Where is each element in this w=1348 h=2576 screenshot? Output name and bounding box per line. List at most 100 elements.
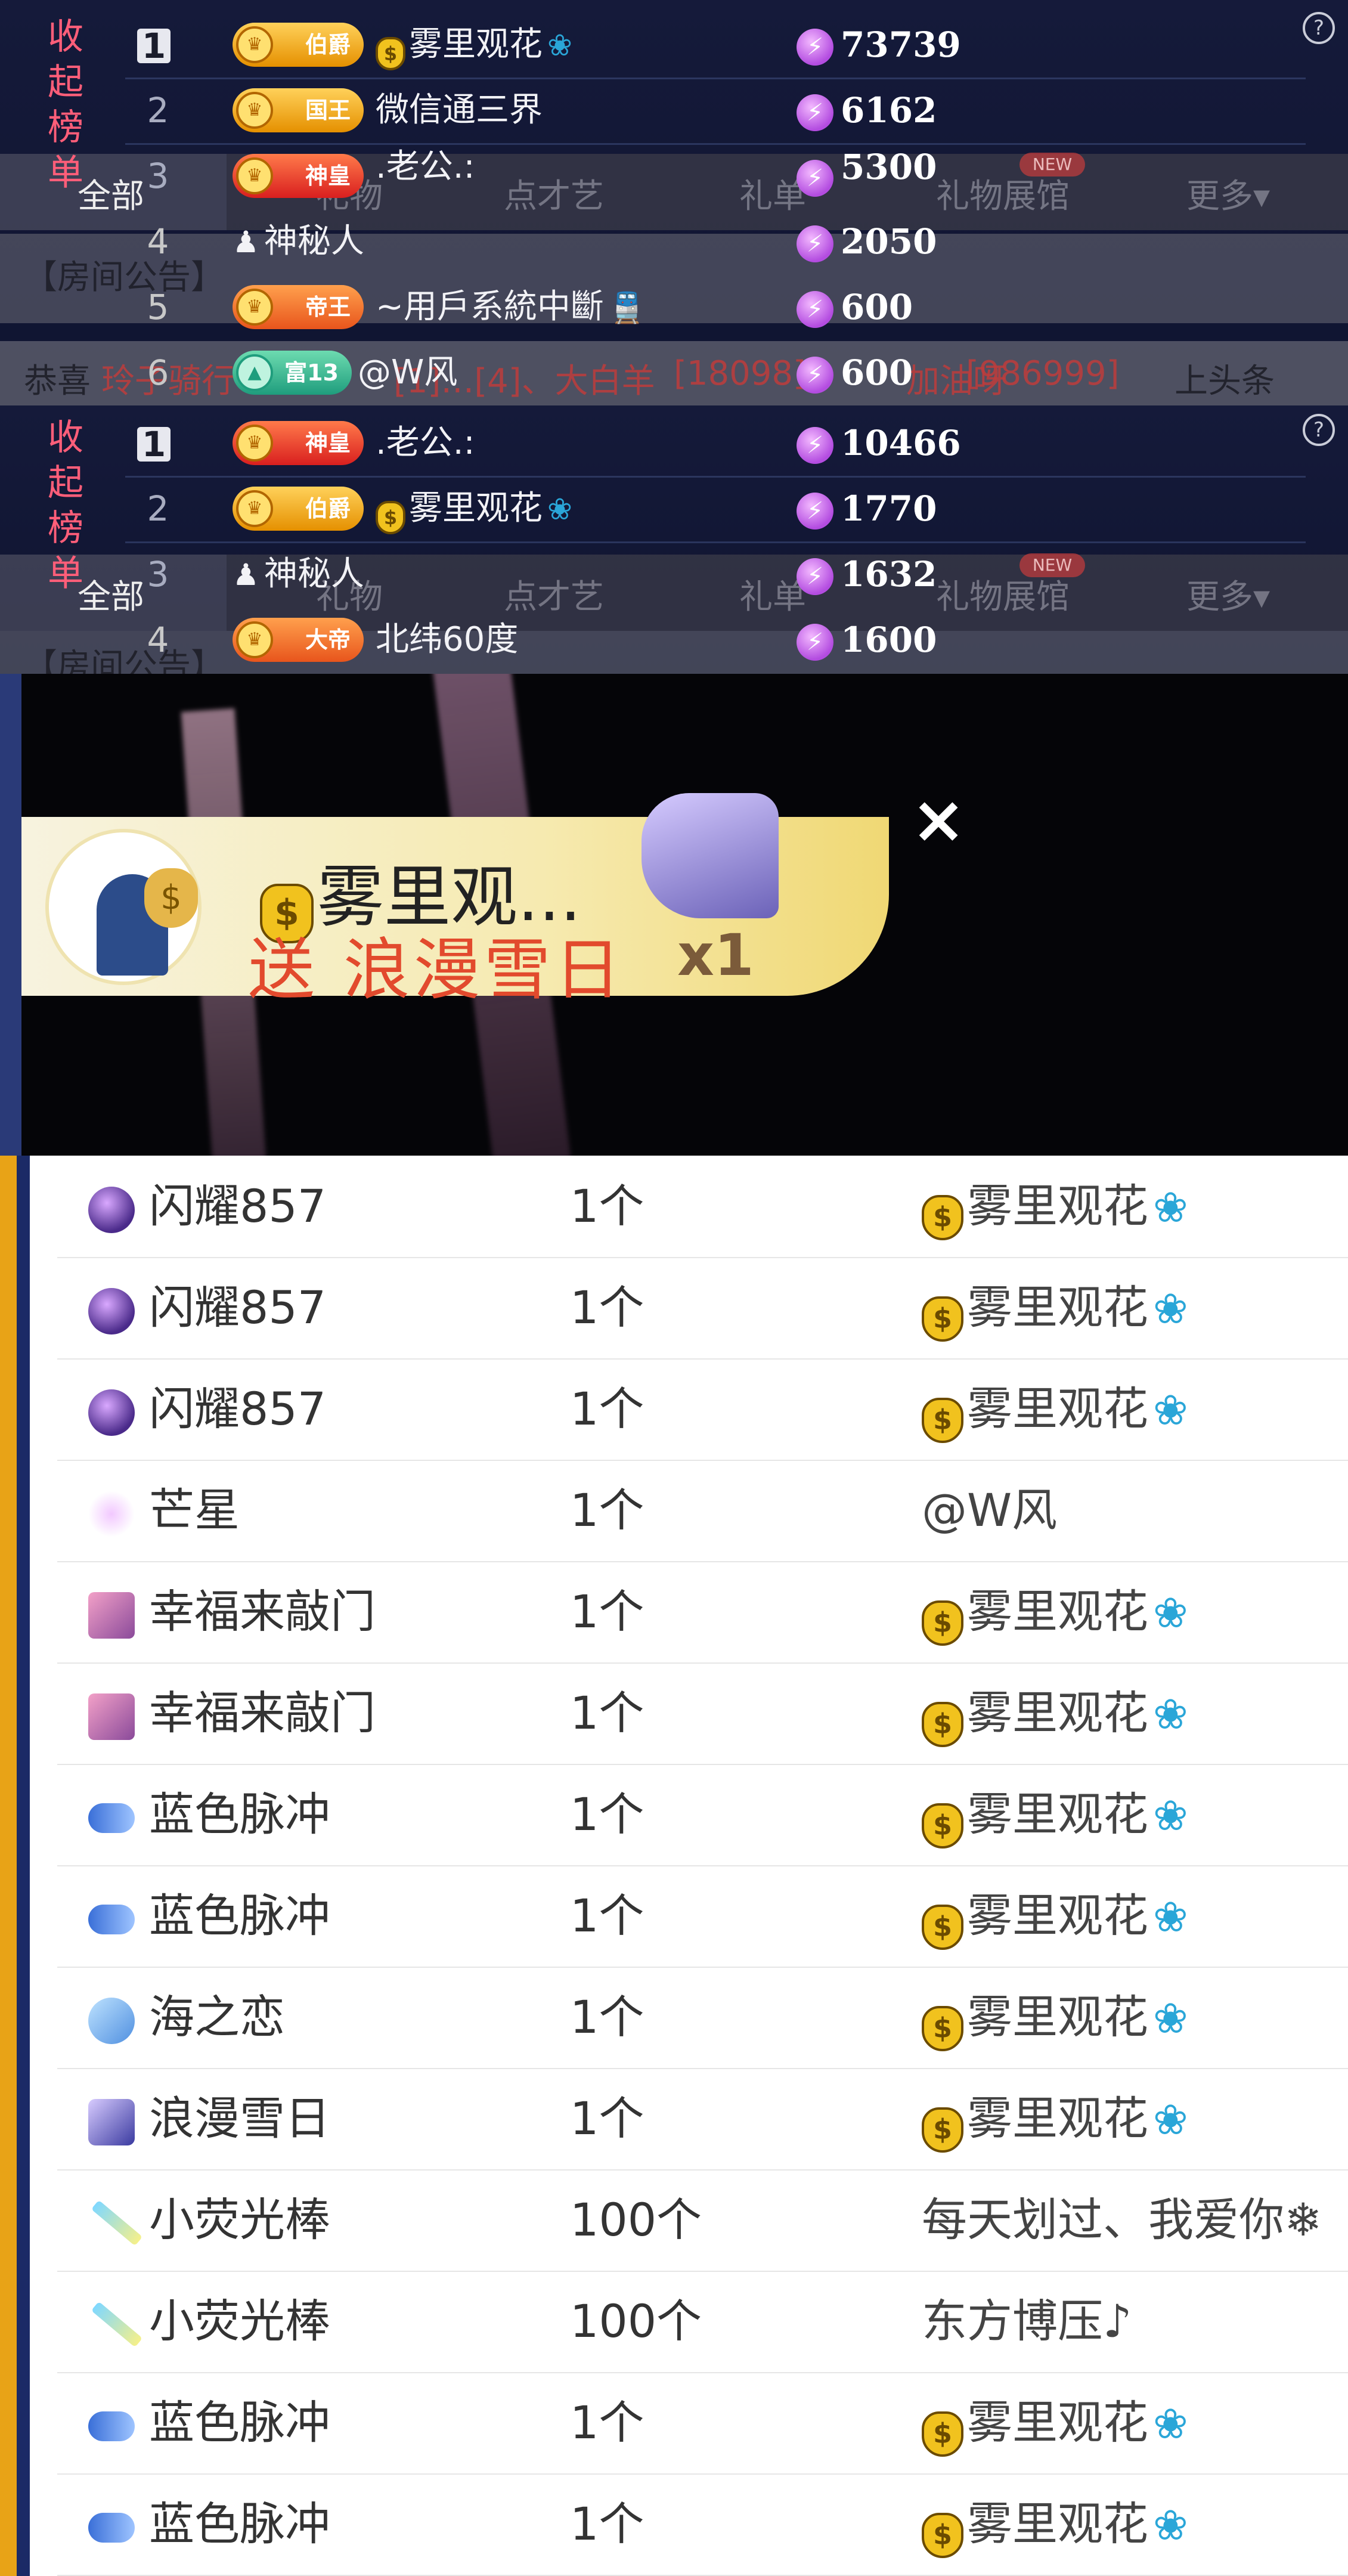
rank-row[interactable]: 1 ♛ 神皇 .老公.: ⚡ 10466 [125, 410, 1306, 478]
rank-username: .老公.: [376, 423, 475, 462]
drops-icon: ❀ [1153, 1386, 1188, 1435]
rank-row[interactable]: 4 ♛ 大帝 北纬60度 ⚡ 1600 [125, 607, 1306, 673]
recipient-name: @W风 [922, 1484, 1058, 1537]
drops-icon: ❀ [1153, 1994, 1188, 2043]
gift-record-row: 浪漫雪日 1个 $ 雾里观花 ❀ [57, 2068, 1348, 2171]
close-icon[interactable]: × [911, 781, 966, 857]
live-video-area: $ $ 雾里观... 送 浪漫雪日 x1 × [0, 674, 1348, 1156]
drops-icon: ❀ [1153, 1284, 1188, 1333]
gift-quantity: 100个 [570, 2295, 702, 2348]
crown-icon: ♛ [236, 621, 273, 658]
recipient-name: 雾里观花 [967, 2396, 1148, 2449]
sender-avatar: $ [45, 829, 202, 985]
collapse-rank-button[interactable]: 收起榜单 [33, 14, 98, 196]
crown-icon: ♛ [236, 157, 273, 194]
help-icon[interactable]: ? [1303, 414, 1335, 446]
gift-recipient: $ 雾里观花 ❀ [922, 2473, 1188, 2575]
gift-name: 海之恋 [149, 1990, 285, 2044]
rank-username: $ 雾里观花 ❀ [376, 12, 572, 78]
gift-recipient: $ 雾里观花 ❀ [922, 1156, 1188, 1257]
rank-row[interactable]: 3 ♛ 神皇 .老公.: ⚡ 5300 [125, 143, 1306, 209]
rank-number: 1 [137, 427, 171, 462]
rank-row[interactable]: 2 ♛ 国王 微信通三界 ⚡ 6162 [125, 78, 1306, 145]
rank-number: 5 [147, 287, 169, 327]
rank-score: 600 [841, 352, 913, 393]
gift-quantity: 100个 [570, 2193, 702, 2246]
rank-row[interactable]: 5 ♛ 帝王 ~用戶系統中斷 🚆 ⚡ 600 [125, 274, 1306, 340]
gift-name: 幸福来敲门 [149, 1686, 376, 1739]
gift-record-row: 蓝色脉冲 1个 $ 雾里观花 ❀ [57, 1865, 1348, 1968]
gift-record-row: 闪耀857 1个 $ 雾里观花 ❀ [57, 1358, 1348, 1461]
lightning-coin-icon: ⚡ [797, 225, 833, 262]
gift-name: 幸福来敲门 [149, 1585, 376, 1638]
side-strip [0, 1156, 17, 2576]
recipient-name: 雾里观花 [967, 1281, 1148, 1334]
gift-name: 闪耀857 [149, 1281, 327, 1334]
moneybag-icon: $ [922, 1296, 963, 1342]
gift-record-row: 蓝色脉冲 1个 $ 雾里观花 ❀ [57, 2372, 1348, 2475]
rank-row[interactable]: 6 ▲ 富13 @W风 ⚡ 600 [125, 340, 1306, 405]
moneybag-icon: $ [922, 1398, 963, 1443]
moneybag-icon: $ [922, 1905, 963, 1950]
gift-quantity: 1个 [570, 2497, 644, 2550]
lightning-coin-icon: ⚡ [797, 427, 833, 464]
shine-orb-icon [88, 1187, 135, 1233]
gift-record-row: 闪耀857 1个 $ 雾里观花 ❀ [57, 1257, 1348, 1360]
gift-quantity: 1个 [570, 2092, 644, 2145]
noble-badge-emperor: ♛ 神皇 [233, 154, 364, 198]
shine-orb-icon [88, 1389, 135, 1436]
rank-panel-1: 全部 礼物 点才艺 礼单 礼物展馆 NEW 更多▾ 【房间公告】 恭喜 玲子骑行… [0, 0, 1348, 405]
help-icon[interactable]: ? [1303, 12, 1335, 44]
gift-name: 闪耀857 [149, 1179, 327, 1233]
rank-score: 2050 [841, 221, 937, 262]
gift-quantity: 1个 [570, 1990, 644, 2044]
recipient-name: 雾里观花 [967, 2497, 1148, 2550]
glow-stick-icon [91, 2301, 143, 2348]
gift-quantity: 1个 [570, 1484, 644, 1537]
recipient-name: 雾里观花 [967, 2092, 1148, 2145]
crown-icon: ♛ [236, 289, 273, 326]
noble-badge-king: ♛ 国王 [233, 88, 364, 132]
blue-car-icon [88, 1803, 135, 1833]
recipient-name: 雾里观花 [967, 1889, 1148, 1942]
rank-number: 2 [147, 488, 169, 529]
banner-gift-count: x1 [677, 922, 754, 989]
recipient-name: 雾里观花 [967, 1990, 1148, 2044]
moneybag-icon: $ [922, 2513, 963, 2558]
gift-record-row: 小荧光棒 100个 每天划过、我爱你❄ [57, 2169, 1348, 2272]
glow-stick-icon [91, 2200, 143, 2246]
happy-door-icon [88, 1592, 135, 1639]
banner-gift-text: 送 浪漫雪日 [248, 931, 625, 1009]
side-strip [17, 1156, 30, 2576]
gift-quantity: 1个 [570, 1788, 644, 1841]
lightning-coin-icon: ⚡ [797, 558, 833, 595]
noble-badge-earl: ♛ 伯爵 [233, 23, 364, 67]
gift-recipient: $ 雾里观花 ❀ [922, 1967, 1188, 2068]
gift-announcement-banner: $ $ 雾里观... 送 浪漫雪日 x1 [21, 793, 889, 1009]
rank-score: 1600 [841, 620, 937, 660]
gift-recipient: $ 雾里观花 ❀ [922, 2068, 1188, 2169]
noble-badge-king-orange: ♛ 帝王 [233, 285, 364, 329]
rank-row[interactable]: 3 ♟ 神秘人 ⚡ 1632 [125, 541, 1306, 607]
rank-username: .老公.: [376, 147, 475, 186]
rank-row[interactable]: 1 ♛ 伯爵 $ 雾里观花 ❀ ⚡ 73739 [125, 12, 1306, 79]
moneybag-icon: $ [922, 1702, 963, 1747]
gift-quantity: 1个 [570, 1585, 644, 1638]
gift-record-row: 海之恋 1个 $ 雾里观花 ❀ [57, 1967, 1348, 2069]
gift-recipient: $ 雾里观花 ❀ [922, 1358, 1188, 1460]
gift-recipient: $ 雾里观花 ❀ [922, 1257, 1188, 1358]
rank-row[interactable]: 2 ♛ 伯爵 $ 雾里观花 ❀ ⚡ 1770 [125, 476, 1306, 543]
drops-icon: ❀ [1153, 1690, 1188, 1739]
moneybag-icon: $ [922, 2006, 963, 2051]
gift-recipient: $ 雾里观花 ❀ [922, 1865, 1188, 1967]
rank-row[interactable]: 4 ♟ 神秘人 ⚡ 2050 [125, 209, 1306, 274]
collapse-rank-button[interactable]: 收起榜单 [33, 415, 98, 596]
gift-name: 小荧光棒 [149, 2295, 330, 2348]
blue-car-icon [88, 2411, 135, 2441]
drops-icon: ❀ [1153, 1589, 1188, 1637]
rank-number: 6 [147, 352, 169, 393]
gift-name: 小荧光棒 [149, 2193, 330, 2246]
lightning-coin-icon: ⚡ [797, 624, 833, 661]
recipient-name: 雾里观花 [967, 1686, 1148, 1739]
gift-recipient: $ 雾里观花 ❀ [922, 1561, 1188, 1662]
